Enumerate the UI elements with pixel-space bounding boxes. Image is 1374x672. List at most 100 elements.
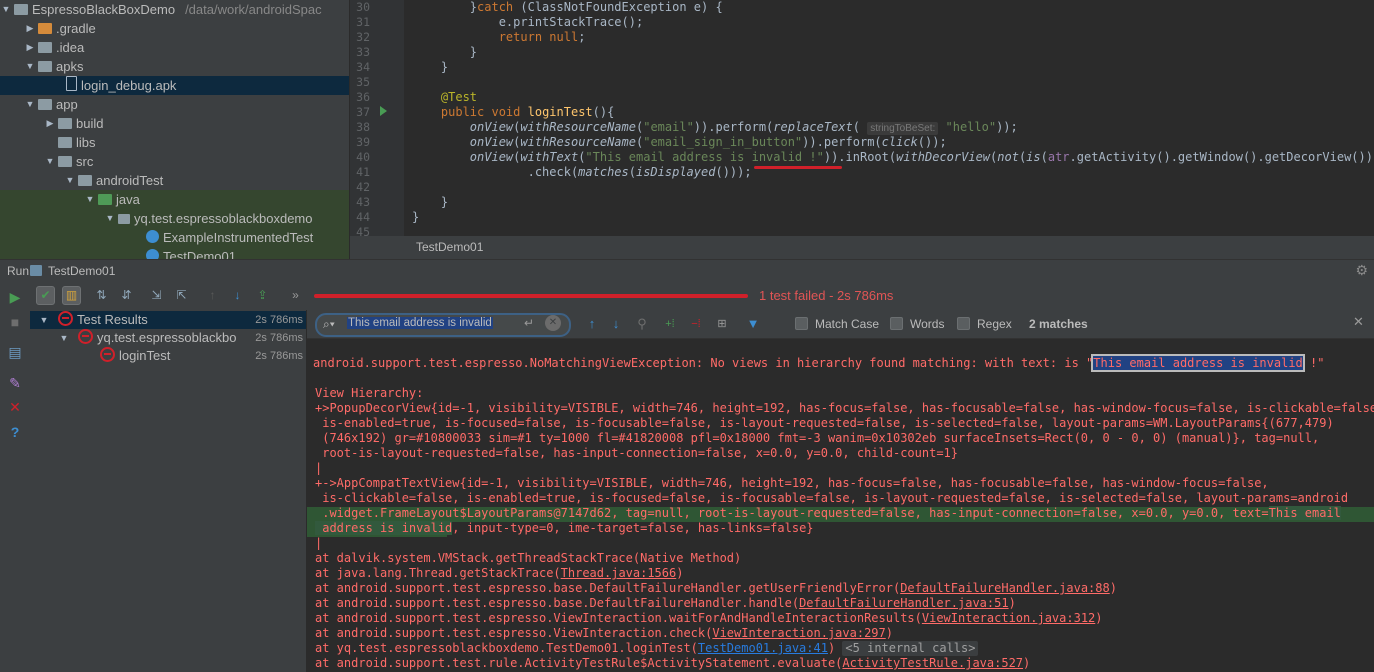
chevron-right-icon[interactable]: ▶ — [44, 114, 56, 133]
line-number: 32 — [356, 30, 370, 44]
source-link[interactable]: Thread.java:1566 — [561, 566, 677, 580]
stop-icon[interactable]: ■ — [6, 313, 24, 331]
tree-item-app[interactable]: ▼ app — [0, 95, 349, 114]
search-icon[interactable]: ⌕▾ — [323, 317, 335, 332]
code-line: public void loginTest(){ — [440, 105, 615, 119]
arrow-down-icon[interactable]: ↓ — [228, 286, 247, 305]
run-config-tab[interactable]: TestDemo01 — [48, 264, 115, 278]
expand-all-icon[interactable]: ⇲ — [147, 286, 166, 305]
tree-item-example-test[interactable]: ExampleInstrumentedTest — [0, 228, 349, 247]
source-link[interactable]: DefaultFailureHandler.java:88 — [900, 581, 1110, 595]
clear-icon[interactable]: ✕ — [545, 315, 561, 331]
close-icon[interactable]: ✕ — [6, 398, 24, 416]
layout-icon[interactable]: ▤ — [6, 343, 24, 361]
match-case-checkbox[interactable] — [795, 317, 808, 330]
console-output[interactable]: android.support.test.espresso.NoMatching… — [307, 339, 1374, 672]
code-line: onView(withResourceName("email")).perfor… — [469, 120, 1018, 135]
line-number: 36 — [356, 90, 370, 104]
file-icon — [66, 76, 77, 91]
line-number: 44 — [356, 210, 370, 224]
package-icon — [118, 214, 130, 224]
remove-occurrence-icon[interactable]: −⁞ — [687, 315, 705, 333]
search-input[interactable]: ⌕▾ This email address is invalid ↵ ✕ — [315, 313, 571, 337]
editor-tab-label[interactable]: TestDemo01 — [416, 240, 483, 254]
rerun-icon[interactable]: ▶ — [6, 288, 24, 306]
select-all-occurrences-icon[interactable]: ⊞ — [713, 315, 731, 333]
tree-item-testdemo01[interactable]: TestDemo01 — [0, 247, 349, 259]
chevron-down-icon[interactable]: ▼ — [104, 209, 116, 228]
words-checkbox[interactable] — [890, 317, 903, 330]
source-link[interactable]: DefaultFailureHandler.java:51 — [799, 596, 1009, 610]
sort-duration-icon[interactable]: ⇵ — [117, 286, 136, 305]
next-match-icon[interactable]: ↓ — [607, 315, 625, 333]
failed-icon — [58, 311, 73, 326]
chevron-down-icon[interactable]: ▼ — [44, 152, 56, 171]
source-link[interactable]: TestDemo01.java:41 — [698, 641, 828, 655]
tree-item-androidtest[interactable]: ▼ androidTest — [0, 171, 349, 190]
line-number: 33 — [356, 45, 370, 59]
more-icon[interactable]: » — [286, 286, 305, 305]
show-passed-icon[interactable]: ✔ — [36, 286, 55, 305]
project-tree: ▼ EspressoBlackBoxDemo/data/work/androidS… — [0, 0, 349, 259]
tree-item-src[interactable]: ▼ src — [0, 152, 349, 171]
search-query[interactable]: This email address is invalid — [347, 317, 493, 329]
tree-item-apks[interactable]: ▼ apks — [0, 57, 349, 76]
result-row-method[interactable]: loginTest 2s 786ms — [30, 347, 306, 365]
run-test-icon[interactable] — [380, 106, 387, 116]
chevron-right-icon[interactable]: ▶ — [24, 19, 36, 38]
tree-item-label: androidTest — [96, 173, 164, 188]
tree-item-gradle[interactable]: ▶ .gradle — [0, 19, 349, 38]
chevron-down-icon[interactable]: ▼ — [24, 95, 36, 114]
show-ignored-icon[interactable]: ▥ — [62, 286, 81, 305]
sort-alpha-icon[interactable]: ⇅ — [92, 286, 111, 305]
add-occurrence-icon[interactable]: +⁞ — [661, 315, 679, 333]
tree-item-label: libs — [76, 135, 96, 150]
stack-frame: at java.lang.Thread.getStackTrace(Thread… — [315, 566, 684, 580]
previous-match-icon[interactable]: ↑ — [583, 315, 601, 333]
tree-item-libs[interactable]: libs — [0, 133, 349, 152]
tree-item-package[interactable]: ▼ yq.test.espressoblackboxdemo — [0, 209, 349, 228]
code-editor[interactable]: 30 31 32 33 34 35 36 37 38 39 40 41 42 4… — [350, 0, 1374, 259]
export-icon[interactable]: ⇪ — [253, 286, 272, 305]
run-panel-label: Run — [7, 264, 30, 278]
find-all-icon[interactable]: ⚲ — [633, 315, 651, 333]
folder-icon — [38, 99, 52, 110]
collapse-all-icon[interactable]: ⇱ — [172, 286, 191, 305]
line-number: 39 — [356, 135, 370, 149]
chevron-down-icon[interactable]: ▼ — [38, 311, 50, 329]
class-icon — [146, 230, 159, 243]
tree-item-label: ExampleInstrumentedTest — [163, 230, 314, 245]
result-row-class[interactable]: ▼ yq.test.espressoblackbo 2s 786ms — [30, 329, 306, 347]
source-link[interactable]: ViewInteraction.java:312 — [922, 611, 1095, 625]
tree-item-idea[interactable]: ▶ .idea — [0, 38, 349, 57]
console-search-bar: ⌕▾ This email address is invalid ↵ ✕ ↑ ↓… — [307, 310, 1374, 339]
code-line: } — [412, 60, 449, 74]
tree-item-build[interactable]: ▶ build — [0, 114, 349, 133]
tree-item-login-apk[interactable]: login_debug.apk — [0, 76, 349, 95]
chevron-right-icon[interactable]: ▶ — [24, 38, 36, 57]
source-link[interactable]: ActivityTestRule.java:527 — [842, 656, 1023, 670]
pin-icon[interactable]: ✎ — [6, 374, 24, 392]
tree-item-java[interactable]: ▼ java — [0, 190, 349, 209]
chevron-down-icon[interactable]: ▼ — [84, 190, 96, 209]
filter-icon[interactable]: ▼ — [744, 315, 762, 333]
regex-checkbox[interactable] — [957, 317, 970, 330]
code-line: }catch (ClassNotFoundException e) { — [412, 0, 723, 14]
chevron-down-icon[interactable]: ▼ — [0, 0, 12, 19]
exception-suffix: !" — [1302, 356, 1325, 370]
gear-icon[interactable]: ⚙ — [1355, 262, 1368, 279]
chevron-down-icon[interactable]: ▼ — [64, 171, 76, 190]
close-icon[interactable]: ✕ — [1353, 314, 1364, 330]
internal-calls-fold[interactable]: <5 internal calls> — [842, 641, 979, 656]
chevron-down-icon[interactable]: ▼ — [24, 57, 36, 76]
console-line: root-is-layout-requested=false, has-inpu… — [315, 446, 958, 460]
line-number: 41 — [356, 165, 370, 179]
result-row-root[interactable]: ▼ Test Results 2s 786ms — [30, 311, 306, 329]
arrow-up-icon[interactable]: ↑ — [203, 286, 222, 305]
chevron-down-icon[interactable]: ▼ — [58, 329, 70, 347]
console-line: +->AppCompatTextView{id=-1, visibility=V… — [315, 476, 1269, 490]
help-icon[interactable]: ? — [6, 423, 24, 441]
source-link[interactable]: ViewInteraction.java:297 — [712, 626, 885, 640]
tree-item-root[interactable]: ▼ EspressoBlackBoxDemo/data/work/androidS… — [0, 0, 349, 19]
stack-frame: at android.support.test.rule.ActivityTes… — [315, 656, 1031, 670]
